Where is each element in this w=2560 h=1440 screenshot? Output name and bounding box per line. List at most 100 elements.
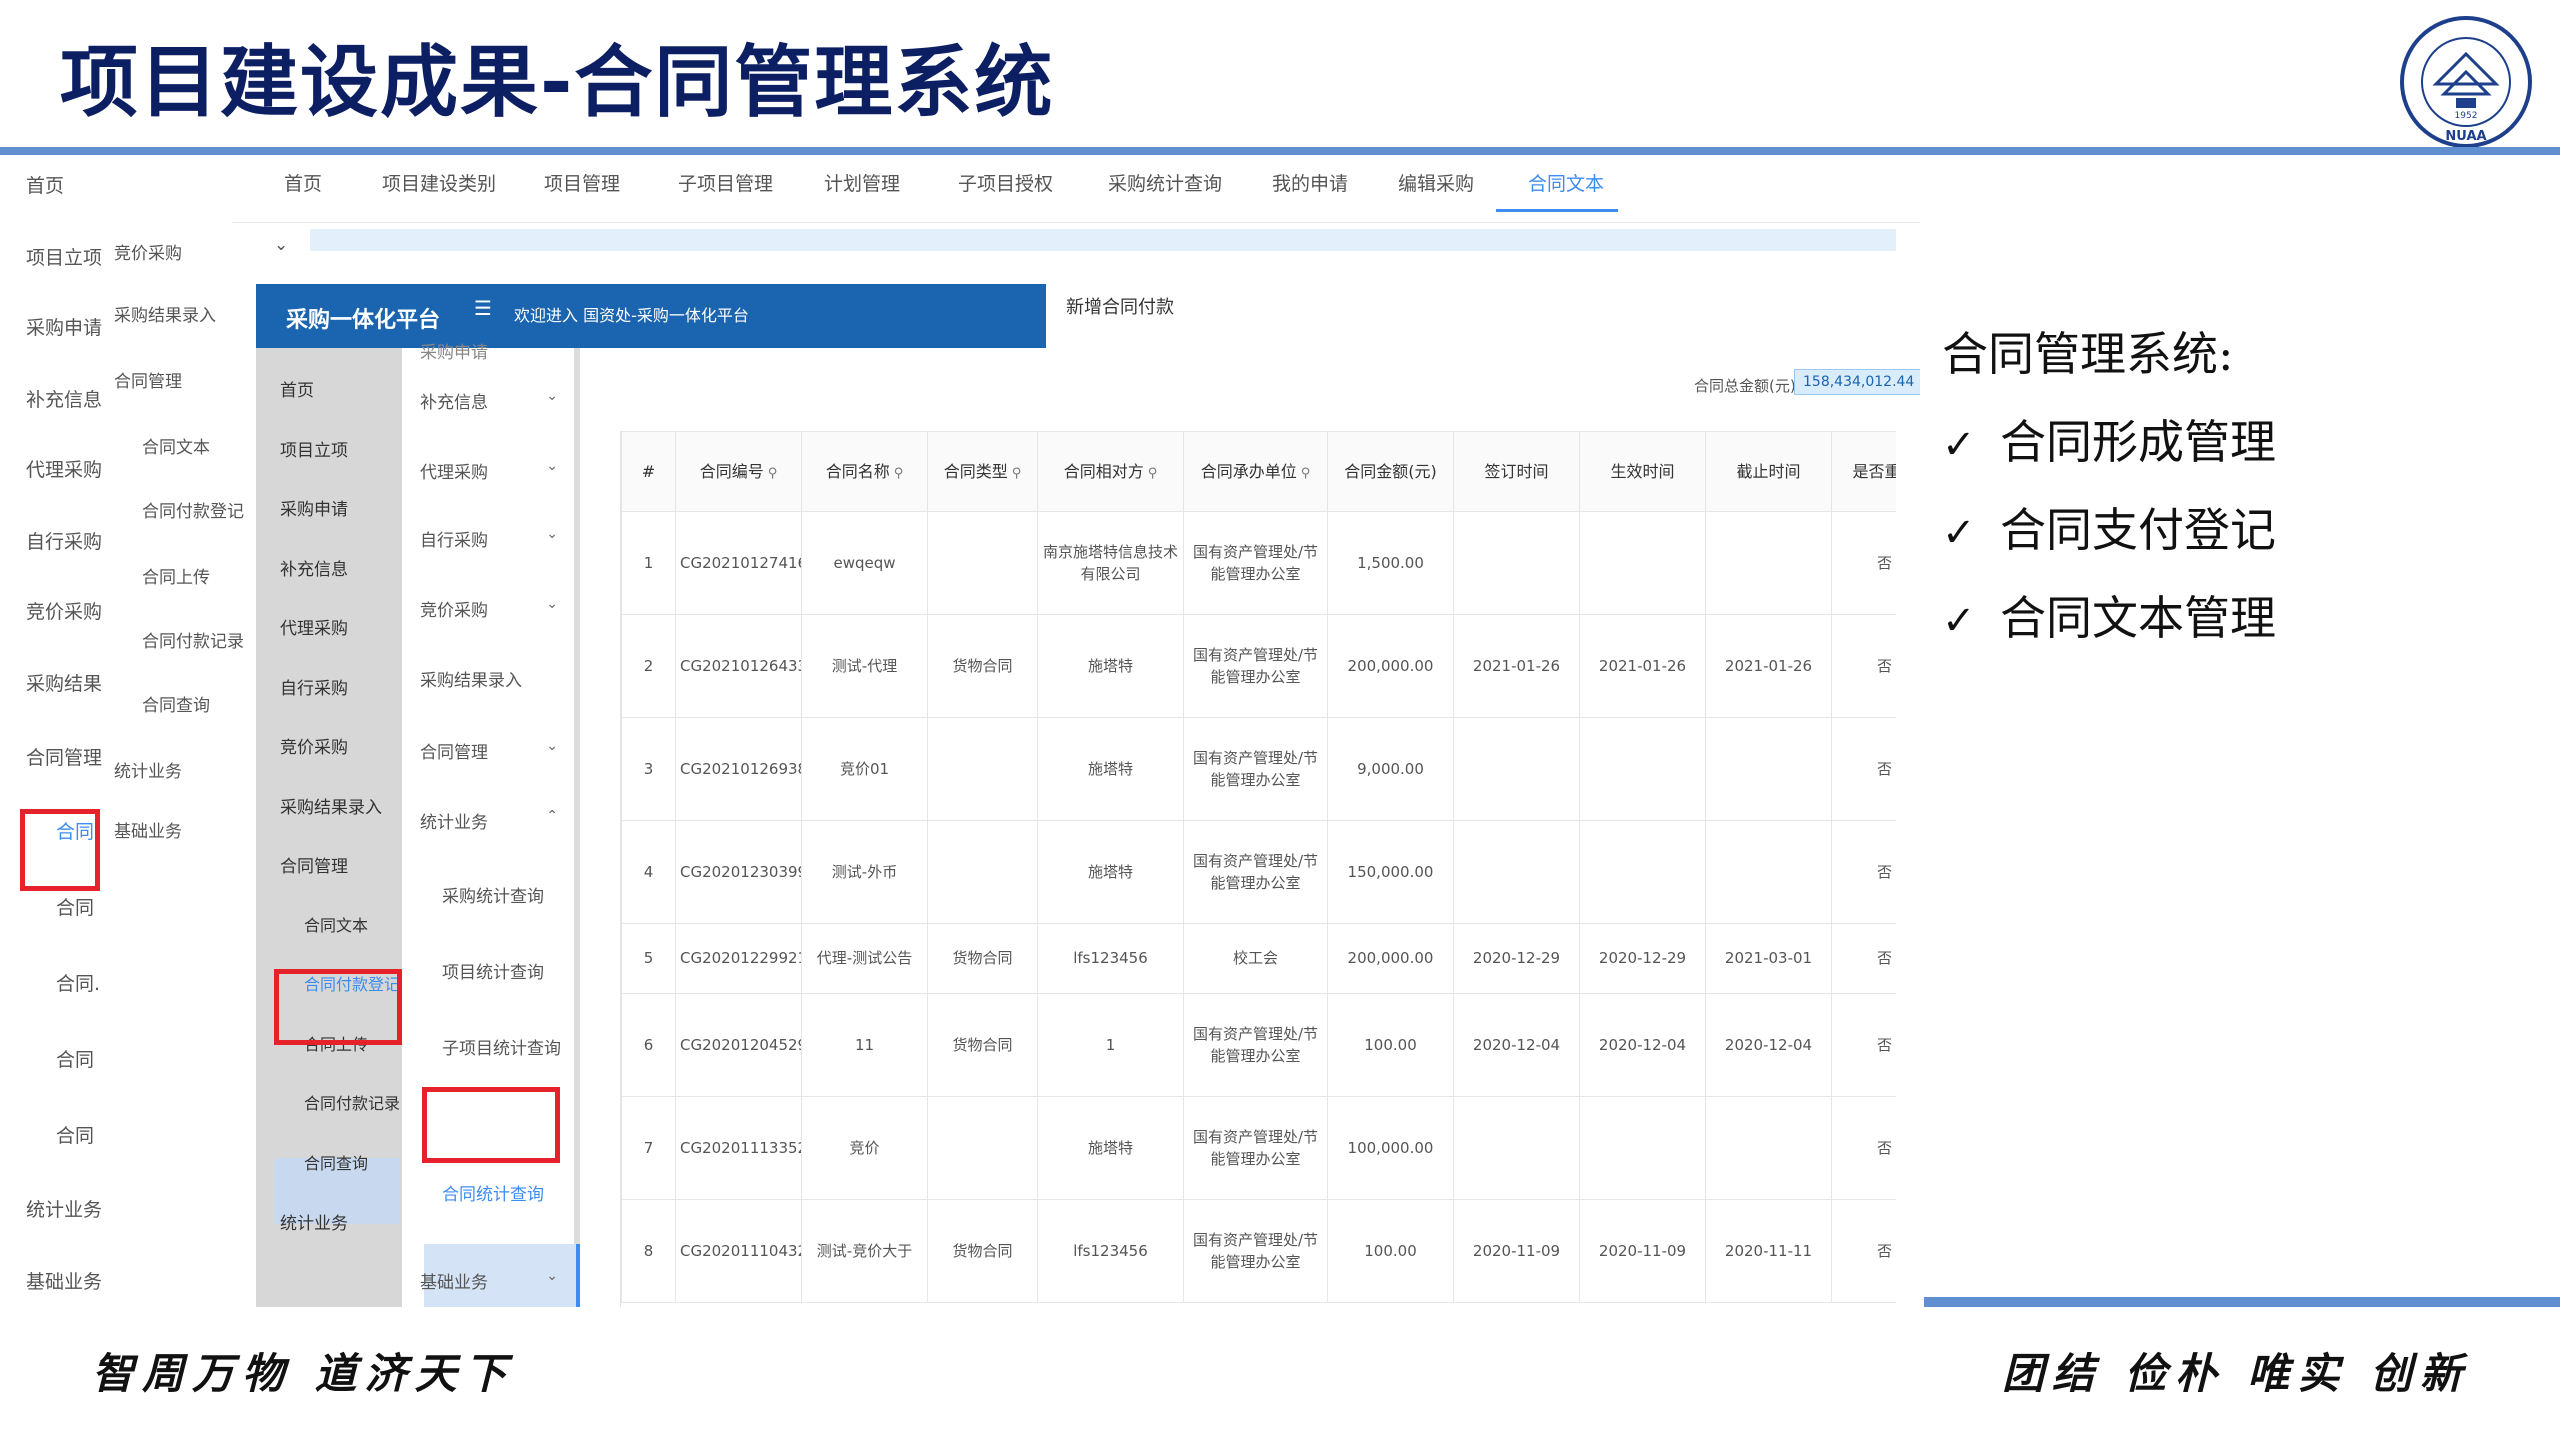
- back-sidebar-item[interactable]: 基础业务: [26, 1267, 102, 1294]
- table-row[interactable]: 8CG202011104322测试-竞价大于货物合同lfs123456国有资产管…: [621, 1199, 1896, 1303]
- table-cell: [1705, 717, 1832, 821]
- top-nav-tab[interactable]: 子项目管理: [678, 169, 773, 196]
- top-nav-tab[interactable]: 编辑采购: [1398, 169, 1474, 196]
- back-sidebar-item[interactable]: 自行采购: [26, 527, 102, 554]
- column-title: 截止时间: [1736, 461, 1801, 481]
- add-payment-button[interactable]: 新增合同付款: [1066, 293, 1174, 319]
- top-nav-tab[interactable]: 采购统计查询: [1108, 169, 1222, 196]
- platform-menu-item[interactable]: 补充信息: [280, 555, 348, 580]
- table-cell: 9,000.00: [1327, 717, 1454, 821]
- back-sidebar-item[interactable]: 合同管理: [26, 743, 102, 770]
- platform-menu-item[interactable]: 采购申请: [280, 495, 348, 520]
- back-submenu-item[interactable]: 合同上传: [142, 563, 210, 588]
- search-icon[interactable]: ⚲: [1301, 466, 1311, 481]
- table-row[interactable]: 7CG202011133523竞价 施塔特国有资产管理处/节能管理办公室100,0…: [621, 1096, 1896, 1200]
- table-row[interactable]: 1CG202101274168ewqeqw 南京施塔特信息技术有限公司国有资产管理…: [621, 511, 1896, 615]
- top-nav-tab[interactable]: 项目管理: [544, 169, 620, 196]
- table-cell: 100.00: [1327, 1199, 1454, 1303]
- back-submenu-item[interactable]: 合同付款登记: [142, 497, 244, 522]
- submenu-clipped-item[interactable]: 采购申请: [420, 338, 488, 363]
- table-cell: 否: [1831, 614, 1896, 718]
- back-submenu-item[interactable]: 竞价采购: [114, 239, 182, 264]
- back-sidebar-item[interactable]: 代理采购: [26, 455, 102, 482]
- back-sidebar-item[interactable]: 采购结果: [26, 669, 102, 696]
- platform-menu-item[interactable]: 首页: [280, 376, 314, 401]
- search-icon[interactable]: ⚲: [1148, 466, 1158, 481]
- platform-menu-item[interactable]: 统计业务: [280, 1209, 348, 1234]
- table-row[interactable]: 6CG20201204529711货物合同1国有资产管理处/节能管理办公室100…: [621, 993, 1896, 1097]
- back-submenu-item[interactable]: 合同管理: [114, 367, 182, 392]
- chevron-down-icon[interactable]: ⌄: [274, 235, 288, 255]
- submenu-item[interactable]: 采购结果录入: [420, 666, 522, 691]
- submenu-item[interactable]: 项目统计查询: [442, 958, 544, 983]
- top-nav-tab[interactable]: 计划管理: [824, 169, 900, 196]
- submenu-item[interactable]: 基础业务: [420, 1268, 488, 1293]
- top-nav-tab[interactable]: 合同文本: [1528, 169, 1604, 196]
- submenu-item[interactable]: 代理采购: [420, 458, 488, 483]
- table-cell: 11: [801, 993, 928, 1097]
- top-nav-tab[interactable]: 首页: [284, 169, 322, 196]
- platform-menu-item[interactable]: 代理采购: [280, 614, 348, 639]
- platform-menu-item[interactable]: 合同查询: [304, 1150, 368, 1174]
- table-row[interactable]: 4CG202012303996测试-外币 施塔特国有资产管理处/节能管理办公室15…: [621, 820, 1896, 924]
- submenu-item[interactable]: 补充信息: [420, 388, 488, 413]
- table-cell: ewqeqw: [801, 511, 928, 615]
- submenu-item[interactable]: 竞价采购: [420, 596, 488, 621]
- submenu-item[interactable]: 采购统计查询: [442, 882, 544, 907]
- search-icon[interactable]: ⚲: [1012, 466, 1022, 481]
- back-sidebar-item[interactable]: 首页: [26, 171, 64, 198]
- back-sidebar-item[interactable]: 合同: [56, 893, 94, 920]
- back-sidebar-item[interactable]: 项目立项: [26, 243, 102, 270]
- back-sidebar-item[interactable]: 统计业务: [26, 1195, 102, 1222]
- table-header-cell: 是否重大: [1831, 431, 1896, 512]
- breadcrumb-bar: [310, 229, 1896, 251]
- table-cell: 竞价01: [801, 717, 928, 821]
- platform-menu-item[interactable]: 合同管理: [280, 852, 348, 877]
- platform-menu-item[interactable]: 合同付款记录: [304, 1090, 400, 1114]
- table-row[interactable]: 2CG202101264337测试-代理货物合同施塔特国有资产管理处/节能管理办…: [621, 614, 1896, 718]
- back-submenu-item[interactable]: 合同付款记录: [142, 627, 244, 652]
- chevron-down-icon[interactable]: ⌄: [546, 526, 558, 542]
- table-cell: CG202011133523: [675, 1096, 802, 1200]
- chevron-down-icon[interactable]: ⌄: [546, 1268, 558, 1284]
- submenu-item[interactable]: 统计业务: [420, 808, 488, 833]
- search-icon[interactable]: ⚲: [894, 466, 904, 481]
- column-title: 合同金额(元): [1344, 461, 1437, 481]
- table-cell: 1: [621, 511, 676, 615]
- back-sidebar-item[interactable]: 合同.: [56, 969, 100, 996]
- back-sidebar-item[interactable]: 采购申请: [26, 313, 102, 340]
- table-row[interactable]: 5CG202012299218代理-测试公告货物合同lfs123456校工会20…: [621, 923, 1896, 994]
- chevron-down-icon[interactable]: ⌄: [546, 596, 558, 612]
- submenu-item[interactable]: 子项目统计查询: [442, 1034, 561, 1059]
- platform-menu-item[interactable]: 采购结果录入: [280, 793, 382, 818]
- highlight-box-back: [20, 809, 100, 891]
- top-nav-tab[interactable]: 子项目授权: [958, 169, 1053, 196]
- back-sidebar-item[interactable]: 补充信息: [26, 385, 102, 412]
- table-row[interactable]: 3CG202101269388竞价01 施塔特国有资产管理处/节能管理办公室9,0…: [621, 717, 1896, 821]
- table-cell: 3: [621, 717, 676, 821]
- search-icon[interactable]: ⚲: [768, 466, 778, 481]
- back-sidebar-item[interactable]: 合同: [56, 1045, 94, 1072]
- platform-menu-item[interactable]: 合同文本: [304, 912, 368, 936]
- back-submenu-item[interactable]: 采购结果录入: [114, 301, 216, 326]
- table-cell: 国有资产管理处/节能管理办公室: [1183, 1199, 1328, 1303]
- chevron-down-icon[interactable]: ⌄: [546, 388, 558, 404]
- top-nav-tab[interactable]: 我的申请: [1272, 169, 1348, 196]
- back-submenu-item[interactable]: 合同文本: [142, 433, 210, 458]
- submenu-item[interactable]: 合同统计查询: [442, 1180, 544, 1205]
- submenu-item[interactable]: 自行采购: [420, 526, 488, 551]
- back-submenu-item[interactable]: 统计业务: [114, 757, 182, 782]
- chevron-down-icon[interactable]: ⌄: [546, 738, 558, 754]
- back-sidebar-item[interactable]: 合同: [56, 1121, 94, 1148]
- platform-menu-item[interactable]: 竞价采购: [280, 733, 348, 758]
- menu-fold-icon[interactable]: ☰: [474, 296, 492, 320]
- top-nav-tab[interactable]: 项目建设类别: [382, 169, 496, 196]
- back-sidebar-item[interactable]: 竞价采购: [26, 597, 102, 624]
- back-submenu-item[interactable]: 基础业务: [114, 817, 182, 842]
- platform-menu-item[interactable]: 自行采购: [280, 674, 348, 699]
- chevron-up-icon[interactable]: ⌃: [546, 808, 558, 824]
- submenu-item[interactable]: 合同管理: [420, 738, 488, 763]
- platform-menu-item[interactable]: 项目立项: [280, 436, 348, 461]
- back-submenu-item[interactable]: 合同查询: [142, 691, 210, 716]
- chevron-down-icon[interactable]: ⌄: [546, 458, 558, 474]
